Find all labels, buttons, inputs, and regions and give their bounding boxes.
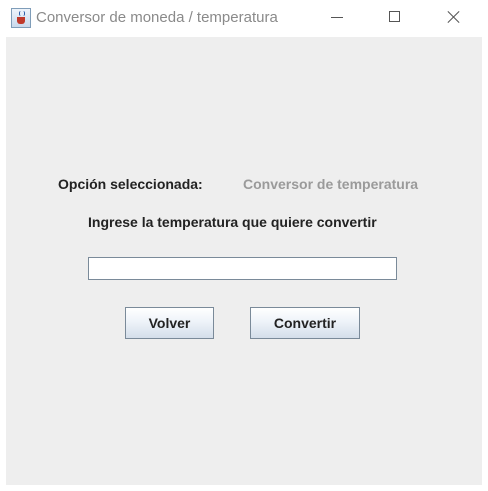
- back-button[interactable]: Volver: [125, 307, 214, 339]
- minimize-icon: [331, 17, 343, 18]
- selected-option-label: Opción seleccionada:: [58, 176, 203, 192]
- minimize-button[interactable]: [314, 0, 360, 36]
- window-title: Conversor de moneda / temperatura: [36, 9, 278, 26]
- maximize-icon: [389, 11, 400, 22]
- maximize-button[interactable]: [372, 0, 418, 36]
- close-icon: [447, 10, 461, 24]
- temperature-input[interactable]: [88, 257, 397, 280]
- close-button[interactable]: [430, 0, 476, 36]
- content-panel: Opción seleccionada: Conversor de temper…: [6, 37, 482, 485]
- instruction-label: Ingrese la temperatura que quiere conver…: [88, 214, 377, 230]
- app-window: Conversor de moneda / temperatura Opción…: [0, 0, 488, 491]
- convert-button[interactable]: Convertir: [250, 307, 360, 339]
- selected-option-value: Conversor de temperatura: [243, 176, 419, 192]
- title-bar[interactable]: Conversor de moneda / temperatura: [0, 0, 488, 36]
- java-coffee-cup-icon[interactable]: [11, 8, 31, 28]
